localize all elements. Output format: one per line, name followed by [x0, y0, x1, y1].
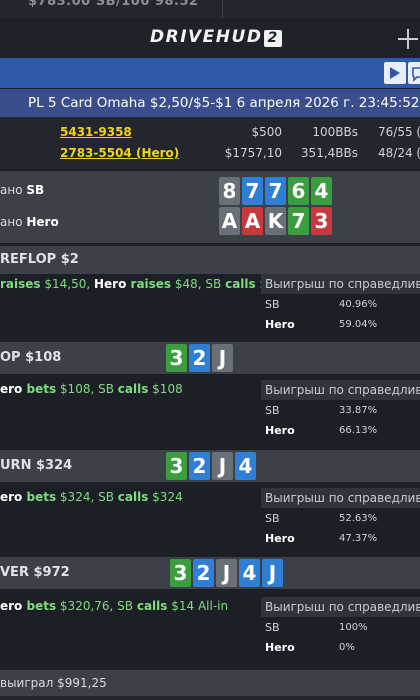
playing-card: 3: [170, 559, 191, 587]
playing-card: 7: [265, 177, 286, 205]
chat-icon: [411, 67, 420, 82]
showdown-label: ано Hero: [0, 215, 59, 229]
top-strip-text: $783.00 SB/100 98.52: [28, 0, 199, 9]
showdown-row: ано SB 87764: [0, 174, 420, 206]
equity-title: Выигрыш по справедливости: [261, 380, 420, 400]
playing-card: 3: [311, 207, 332, 235]
board-cards: 32J: [166, 344, 233, 372]
logo-version: 2: [264, 30, 282, 47]
player-row: 2783-5504 (Hero) $1757,10 351,4BBs 48/24…: [0, 146, 420, 168]
street-river: VER $972 32J4J ero bets $320,76, SB call…: [0, 557, 420, 667]
equity-row: Hero 66.13%: [265, 424, 378, 437]
street-body: raises $14,50, Hero raises $48, SB calls…: [0, 274, 420, 338]
street-header: OP $108 32J: [0, 342, 420, 374]
street-body: ero bets $324, SB calls $324 Выигрыш по …: [0, 482, 420, 556]
plus-icon[interactable]: [395, 26, 420, 52]
showdown-label: ано SB: [0, 183, 45, 197]
drivehud-logo: DRIVEHUD 2: [150, 27, 282, 49]
equity-row: Hero 47.37%: [265, 532, 378, 545]
street-name: URN $324: [0, 458, 73, 473]
logo-text: DRIVEHUD: [150, 27, 263, 47]
street-name: VER $972: [0, 565, 70, 580]
playing-card: 2: [193, 559, 214, 587]
player-name[interactable]: 5431-9358: [60, 125, 132, 139]
playing-card: 7: [242, 177, 263, 205]
playing-card: K: [265, 207, 286, 235]
playing-card: A: [242, 207, 263, 235]
hole-cards: 87764: [219, 177, 332, 205]
equity-panel: Выигрыш по справедливости SB100% Hero0%: [261, 597, 420, 657]
street-name: REFLOP $2: [0, 252, 79, 267]
street-header: VER $972 32J4J: [0, 557, 420, 589]
player-stack: $1757,10: [224, 146, 282, 160]
board-cards: 32J4: [166, 452, 256, 480]
playing-card: J: [212, 344, 233, 372]
player-bbs: 100BBs: [312, 125, 358, 139]
hole-cards: AAK73: [219, 207, 332, 235]
street-body: ero bets $108, SB calls $108 Выигрыш по …: [0, 374, 420, 448]
street-actions: raises $14,50, Hero raises $48, SB calls…: [0, 277, 282, 291]
equity-row: SB 33.87%: [265, 404, 378, 417]
playing-card: 2: [189, 344, 210, 372]
play-icon: [390, 67, 400, 79]
result-text: выиграл $991,25: [0, 676, 107, 690]
equity-panel: Выигрыш по справедливости SB40.96% Hero5…: [261, 274, 420, 334]
playing-card: 4: [239, 559, 260, 587]
play-button[interactable]: [384, 62, 406, 84]
equity-row: SB 52.63%: [265, 512, 378, 525]
street-body: ero bets $320,76, SB calls $14 All-in Вы…: [0, 589, 420, 667]
top-strip-divider: [222, 0, 223, 18]
playing-card: 4: [235, 452, 256, 480]
player-stat: 76/55 (1: [378, 125, 420, 139]
street-header: REFLOP $2: [0, 246, 420, 274]
playing-card: 2: [189, 452, 210, 480]
playing-card: J: [262, 559, 283, 587]
top-strip: $783.00 SB/100 98.52: [0, 0, 420, 18]
equity-row: Hero 0%: [265, 641, 355, 654]
playing-card: 7: [288, 207, 309, 235]
hand-title-bar: PL 5 Card Omaha $2,50/$5-$1 6 апреля 202…: [0, 89, 420, 117]
replayer-toolbar: [0, 58, 420, 88]
playing-card: 6: [288, 177, 309, 205]
bottom-strip: [0, 696, 420, 700]
app-header: DRIVEHUD 2: [0, 18, 420, 58]
playing-card: 8: [219, 177, 240, 205]
street-flop: OP $108 32J ero bets $108, SB calls $108…: [0, 342, 420, 448]
street-name: OP $108: [0, 350, 62, 365]
equity-title: Выигрыш по справедливости: [261, 274, 420, 294]
hand-result: выиграл $991,25: [0, 670, 420, 696]
board-cards: 32J4J: [170, 559, 283, 587]
equity-title: Выигрыш по справедливости: [261, 597, 420, 617]
playing-card: J: [216, 559, 237, 587]
player-name[interactable]: 2783-5504 (Hero): [60, 146, 179, 160]
players-table: 5431-9358 $500 100BBs 76/55 (1 2783-5504…: [0, 117, 420, 169]
playing-card: 4: [311, 177, 332, 205]
playing-card: 3: [166, 452, 187, 480]
street-turn: URN $324 32J4 ero bets $324, SB calls $3…: [0, 450, 420, 556]
player-stack: $500: [251, 125, 282, 139]
equity-panel: Выигрыш по справедливости SB33.87% Hero6…: [261, 380, 420, 440]
player-stat: 48/24 (4: [378, 146, 420, 160]
player-bbs: 351,4BBs: [300, 146, 358, 160]
equity-title: Выигрыш по справедливости: [261, 488, 420, 508]
equity-panel: Выигрыш по справедливости SB52.63% Hero4…: [261, 488, 420, 548]
equity-row: SB 100%: [265, 621, 368, 634]
playing-card: 3: [166, 344, 187, 372]
street-preflop: REFLOP $2 raises $14,50, Hero raises $48…: [0, 246, 420, 338]
equity-row: Hero 59.04%: [265, 318, 378, 331]
playing-card: A: [219, 207, 240, 235]
street-actions: ero bets $324, SB calls $324: [0, 490, 183, 504]
street-actions: ero bets $320,76, SB calls $14 All-in: [0, 599, 229, 613]
chat-button[interactable]: [408, 62, 420, 84]
showdown-section: ано SB 87764 ано Hero AAK73: [0, 171, 420, 243]
player-row: 5431-9358 $500 100BBs 76/55 (1: [0, 125, 420, 147]
playing-card: J: [212, 452, 233, 480]
hand-title: PL 5 Card Omaha $2,50/$5-$1 6 апреля 202…: [28, 95, 420, 111]
showdown-row: ано Hero AAK73: [0, 206, 420, 238]
street-header: URN $324 32J4: [0, 450, 420, 482]
equity-row: SB 40.96%: [265, 298, 378, 311]
street-actions: ero bets $108, SB calls $108: [0, 382, 183, 396]
